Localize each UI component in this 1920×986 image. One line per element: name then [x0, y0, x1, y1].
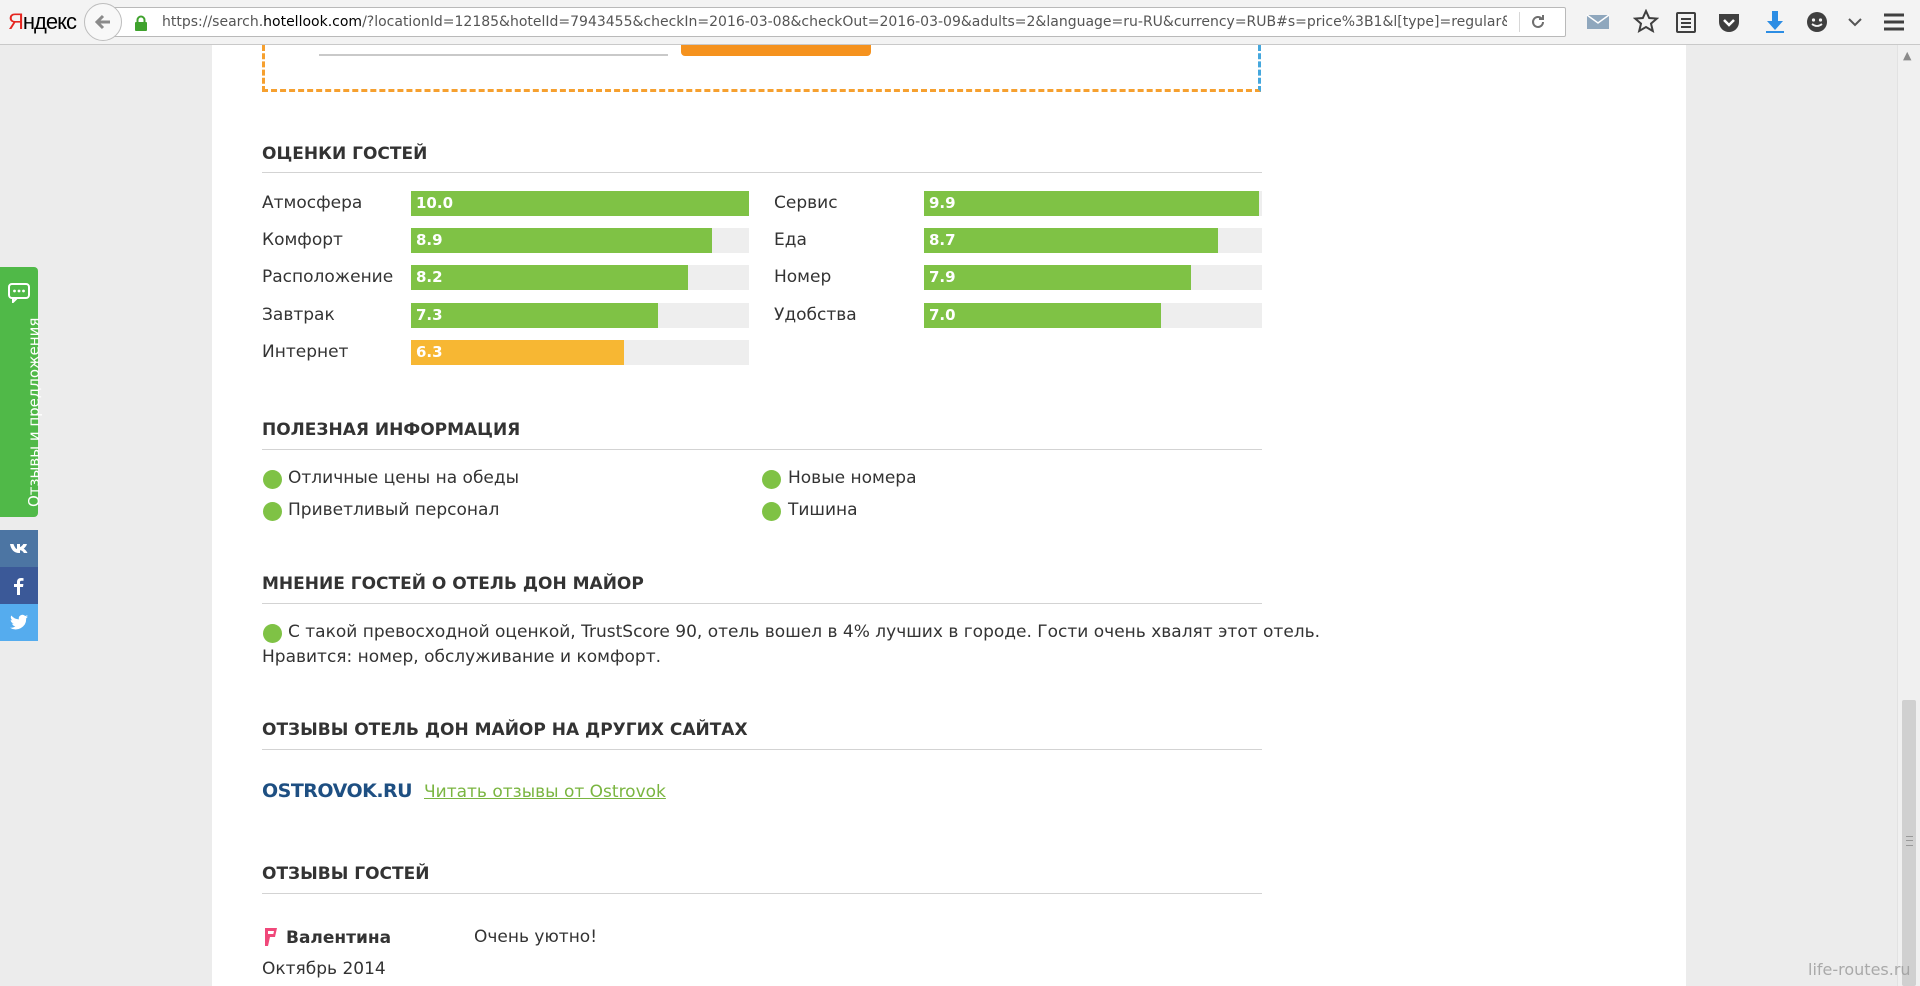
rating-bar-fill: 7.9: [924, 265, 1192, 290]
ostrovok-logo[interactable]: OSTROVOK.RU: [262, 780, 413, 802]
rating-label: Атмосфера: [262, 193, 363, 213]
lock-icon: [135, 15, 147, 31]
rating-bar-fill: 8.7: [924, 228, 1219, 253]
rating-label: Номер: [774, 267, 832, 287]
divider: [262, 893, 1262, 894]
review-text: Очень уютно!: [474, 927, 598, 947]
rating-bar: 10.0: [411, 191, 749, 216]
scrollbar-thumb[interactable]: [1902, 700, 1916, 986]
rating-bar: 7.0: [924, 303, 1262, 328]
facebook-icon: [14, 577, 24, 595]
facebook-share-button[interactable]: [0, 567, 38, 604]
opinion-text-line1: С такой превосходной оценкой, TrustScore…: [288, 622, 1321, 642]
rating-value: 6.3: [416, 343, 443, 361]
vk-share-button[interactable]: [0, 530, 38, 567]
rating-value: 9.9: [929, 194, 956, 212]
rating-label: Интернет: [262, 342, 349, 362]
rating-bar: 8.9: [411, 228, 749, 253]
useful-info-item: Тишина: [788, 500, 858, 520]
useful-info-item: Новые номера: [788, 468, 917, 488]
rating-value: 7.3: [416, 306, 443, 324]
search-button[interactable]: [681, 45, 871, 56]
green-dot-icon: [263, 624, 282, 643]
feedback-tab[interactable]: Отзывы и предложения: [0, 267, 43, 517]
rating-bar-fill: 9.9: [924, 191, 1259, 216]
rating-value: 7.0: [929, 306, 956, 324]
vk-icon: [10, 544, 28, 553]
back-button[interactable]: [84, 3, 122, 41]
rating-bar-fill: 10.0: [411, 191, 749, 216]
section-title-other-sites: ОТЗЫВЫ ОТЕЛЬ ДОН МАЙОР НА ДРУГИХ САЙТАХ: [262, 720, 748, 740]
rating-label: Удобства: [774, 305, 857, 325]
rating-value: 8.7: [929, 231, 956, 249]
menu-icon[interactable]: [1881, 9, 1907, 35]
divider: [262, 449, 1262, 450]
ostrovok-reviews-link[interactable]: Читать отзывы от Ostrovok: [424, 782, 666, 802]
green-dot-icon: [263, 502, 282, 521]
chevron-down-icon[interactable]: [1842, 9, 1868, 35]
rating-label: Расположение: [262, 267, 394, 287]
twitter-share-button[interactable]: [0, 604, 38, 641]
date-input-underline[interactable]: [319, 54, 668, 56]
divider: [262, 603, 1262, 604]
green-dot-icon: [263, 470, 282, 489]
section-title-ratings: ОЦЕНКИ ГОСТЕЙ: [262, 144, 428, 164]
pocket-icon[interactable]: [1716, 9, 1742, 35]
yandex-logo[interactable]: Яндекс: [8, 9, 77, 35]
foursquare-icon: [265, 928, 277, 946]
rating-value: 7.9: [929, 268, 956, 286]
divider: [262, 749, 1262, 750]
smiley-icon[interactable]: [1804, 9, 1830, 35]
browser-toolbar: Яндекс https://search.hotellook.com/?loc…: [0, 0, 1920, 45]
section-title-useful-info: ПОЛЕЗНАЯ ИНФОРМАЦИЯ: [262, 420, 521, 440]
scroll-up-arrow-icon[interactable]: ▲: [1903, 49, 1911, 62]
url-text: https://search.hotellook.com/?locationId…: [162, 14, 1507, 30]
twitter-icon: [10, 614, 28, 630]
rating-bar: 8.2: [411, 265, 749, 290]
rating-bar: 9.9: [924, 191, 1262, 216]
rating-label: Сервис: [774, 193, 838, 213]
mail-icon[interactable]: [1585, 9, 1611, 35]
opinion-text-line2: Нравится: номер, обслуживание и комфорт.: [262, 647, 662, 667]
back-arrow-icon: [94, 14, 110, 30]
bookmark-star-icon[interactable]: [1633, 9, 1659, 35]
vertical-scrollbar[interactable]: ▲: [1897, 45, 1920, 986]
section-title-reviews: ОТЗЫВЫ ГОСТЕЙ: [262, 864, 430, 884]
search-form-box: [262, 45, 1261, 92]
section-title-opinion: МНЕНИЕ ГОСТЕЙ О ОТЕЛЬ ДОН МАЙОР: [262, 574, 644, 594]
useful-info-item: Отличные цены на обеды: [288, 468, 520, 488]
rating-bar-fill: 6.3: [411, 340, 624, 365]
green-dot-icon: [762, 470, 781, 489]
reading-list-icon[interactable]: [1673, 9, 1699, 35]
feedback-tab-label: Отзывы и предложения: [25, 317, 43, 507]
rating-label: Комфорт: [262, 230, 343, 250]
useful-info-item: Приветливый персонал: [288, 500, 500, 520]
review-date: Октябрь 2014: [262, 959, 386, 979]
rating-bar-fill: 8.9: [411, 228, 712, 253]
watermark: life-routes.ru: [1808, 960, 1911, 979]
rating-value: 8.9: [416, 231, 443, 249]
url-divider: [1519, 12, 1520, 32]
rating-bar: 7.3: [411, 303, 749, 328]
download-icon[interactable]: [1762, 9, 1788, 35]
rating-bar: 7.9: [924, 265, 1262, 290]
rating-bar: 8.7: [924, 228, 1262, 253]
rating-bar-fill: 8.2: [411, 265, 689, 290]
review-author: Валентина: [286, 928, 392, 948]
green-dot-icon: [762, 502, 781, 521]
rating-value: 10.0: [416, 194, 454, 212]
rating-value: 8.2: [416, 268, 443, 286]
divider: [262, 172, 1262, 173]
reload-icon[interactable]: [1529, 13, 1547, 31]
scroll-grip-icon: [1906, 836, 1913, 846]
rating-label: Завтрак: [262, 305, 335, 325]
chat-bubble-icon: [8, 283, 30, 303]
address-bar[interactable]: https://search.hotellook.com/?locationId…: [113, 7, 1566, 37]
rating-bar: 6.3: [411, 340, 749, 365]
rating-label: Еда: [774, 230, 807, 250]
rating-bar-fill: 7.3: [411, 303, 658, 328]
rating-bar-fill: 7.0: [924, 303, 1161, 328]
